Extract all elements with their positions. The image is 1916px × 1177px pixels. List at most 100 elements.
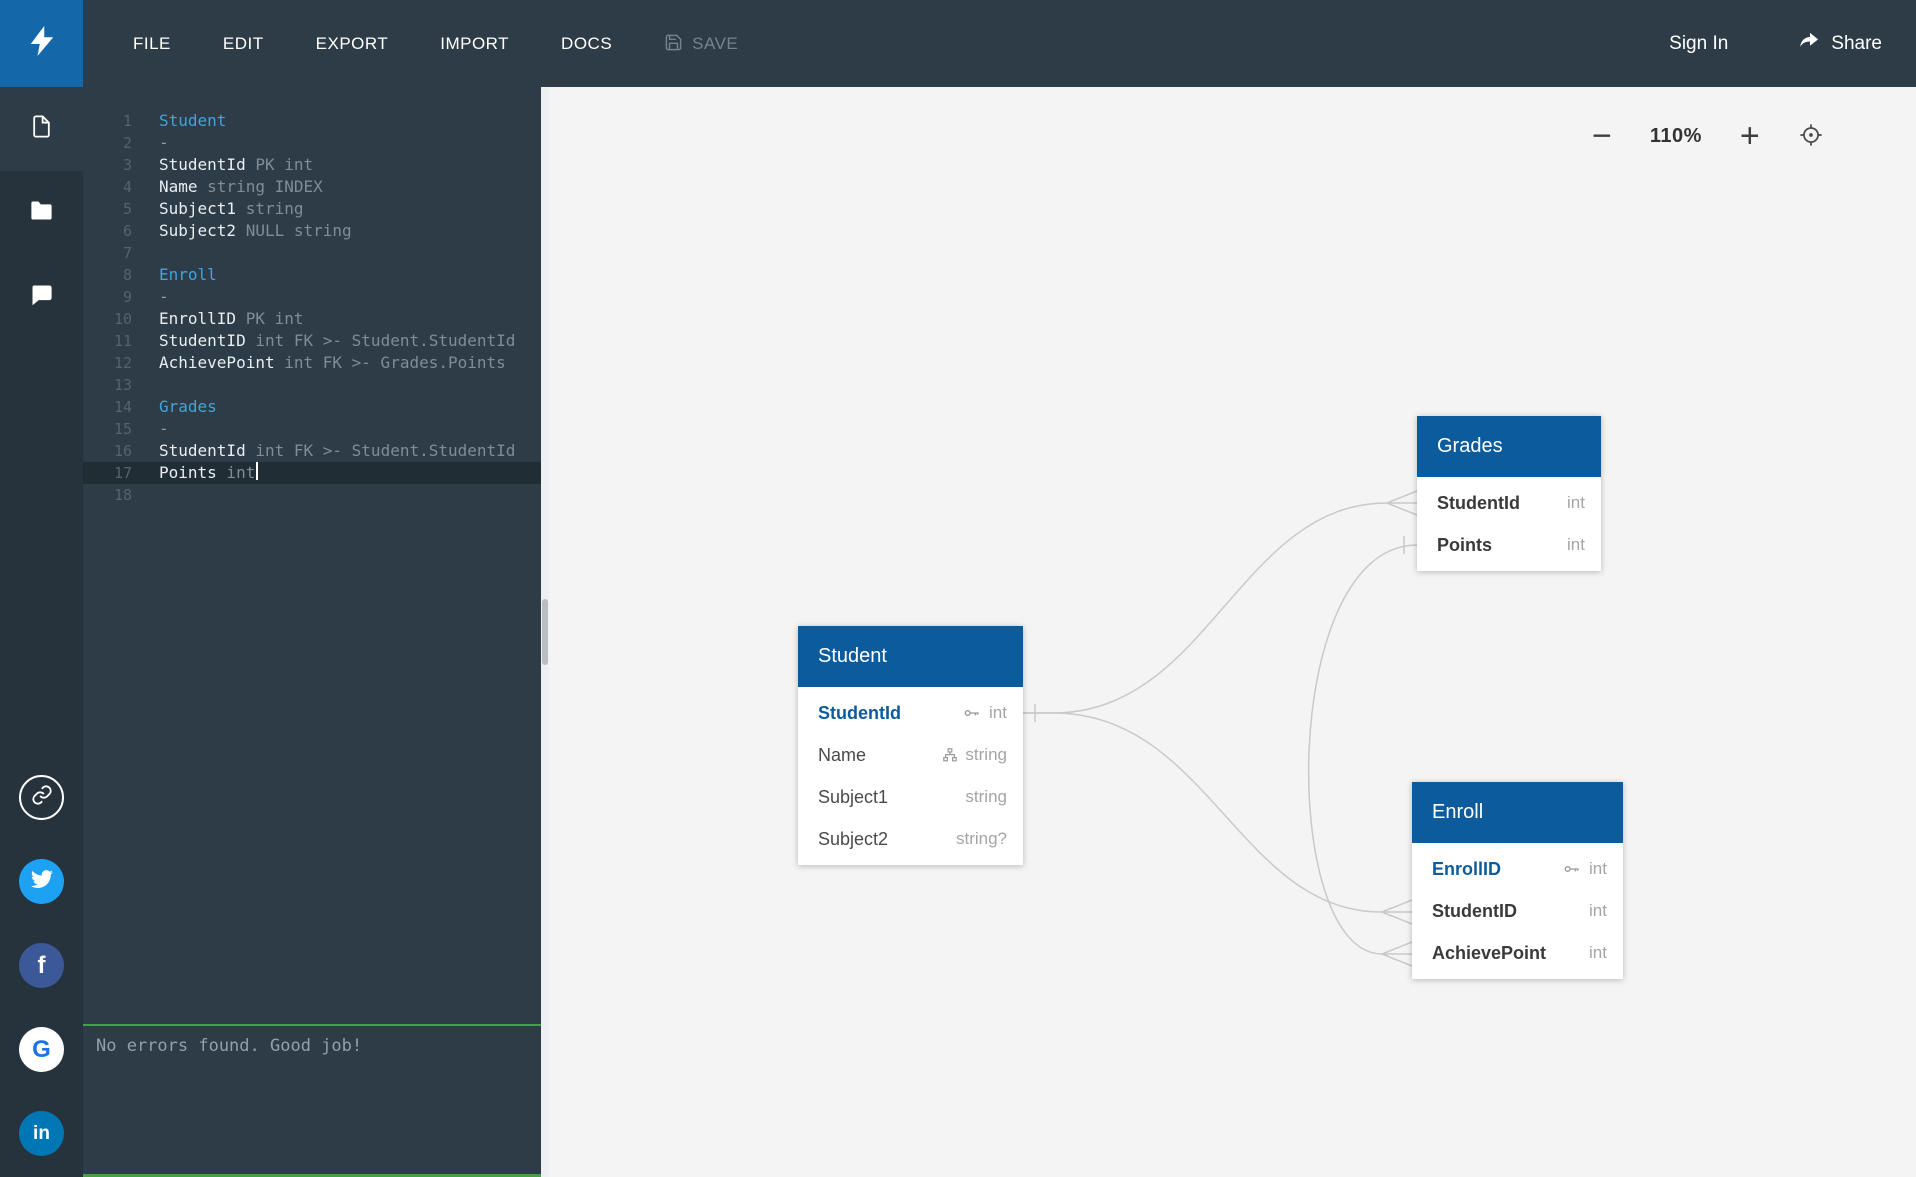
save-icon	[664, 33, 683, 55]
code-token: Grades	[159, 397, 217, 416]
facebook-button[interactable]: f	[19, 943, 64, 988]
code-token: Subject2	[159, 221, 237, 240]
code-token: EnrollID	[159, 309, 237, 328]
code-line[interactable]: 14 Grades	[83, 396, 541, 418]
line-number: 14	[113, 398, 132, 416]
status-message: No errors found. Good job!	[96, 1036, 363, 1056]
menu-file[interactable]: FILE	[133, 34, 171, 54]
editor-scrollbar[interactable]	[541, 87, 549, 1177]
code-token: StudentId	[159, 155, 246, 174]
entity-grades[interactable]: Grades StudentId int Points int	[1417, 416, 1601, 571]
entity-enroll[interactable]: Enroll EnrollID int StudentID int Achiev…	[1412, 782, 1623, 979]
many-marker	[1381, 899, 1413, 925]
code-line[interactable]: 10 EnrollID PK int	[83, 308, 541, 330]
code-token: StudentID	[159, 331, 246, 350]
code-line[interactable]: 16 StudentId int FK >- Student.StudentId	[83, 440, 541, 462]
sidebar-item-diagrams[interactable]	[0, 171, 83, 255]
text-cursor	[256, 462, 259, 480]
code-line[interactable]: 3 StudentId PK int	[83, 154, 541, 176]
schema-editor[interactable]: 1 Student 2- 3 StudentId PK int 4 Name stri…	[83, 87, 541, 1024]
primary-key-icon	[963, 704, 981, 722]
code-token: int FK >- Student.StudentId	[245, 331, 516, 350]
code-line[interactable]: 11 StudentID int FK >- Student.StudentId	[83, 330, 541, 352]
line-number: 9	[122, 288, 132, 306]
menu-edit[interactable]: EDIT	[223, 34, 264, 54]
app-logo[interactable]	[0, 0, 83, 87]
entity-student[interactable]: Student StudentId int Name string Subjec…	[798, 626, 1023, 865]
copy-link-button[interactable]	[19, 775, 64, 820]
menu-import[interactable]: IMPORT	[440, 34, 509, 54]
sign-in-button[interactable]: Sign In	[1669, 33, 1728, 55]
entity-field-row: StudentId int	[1417, 482, 1601, 524]
code-line[interactable]: 6 Subject2 NULL string	[83, 220, 541, 242]
diagram-canvas[interactable]: − 110% + Student StudentId int Name stri…	[549, 87, 1916, 1177]
field-type: int	[989, 703, 1007, 722]
code-token: Enroll	[159, 265, 217, 284]
zoom-controls: − 110% +	[1592, 119, 1824, 153]
code-line[interactable]: 4 Name string INDEX	[83, 176, 541, 198]
code-line[interactable]: 9-	[83, 286, 541, 308]
topbar-right: Sign In Share	[1669, 29, 1916, 58]
code-token: PK int	[236, 309, 304, 328]
sidebar-item-feedback[interactable]	[0, 255, 83, 339]
crosshair-icon	[1798, 122, 1824, 151]
save-button[interactable]: SAVE	[664, 33, 738, 55]
code-token: AchievePoint	[159, 353, 275, 372]
field-name: Subject2	[818, 828, 889, 849]
code-line[interactable]: 13	[83, 374, 541, 396]
scrollbar-handle[interactable]	[542, 599, 548, 665]
code-token: string	[236, 199, 304, 218]
code-line[interactable]: 18	[83, 484, 541, 506]
field-type: int	[1567, 493, 1585, 512]
google-icon: G	[32, 1035, 51, 1063]
field-name: Points	[1437, 534, 1493, 555]
entity-header[interactable]: Enroll	[1412, 782, 1623, 843]
icon-sidebar: f G in	[0, 87, 83, 1177]
code-line[interactable]: 7	[83, 242, 541, 264]
entity-header[interactable]: Student	[798, 626, 1023, 687]
many-marker	[1386, 490, 1418, 516]
folder-icon	[28, 197, 55, 229]
code-token: Subject1	[159, 199, 237, 218]
twitter-icon	[30, 868, 53, 895]
line-number: 18	[113, 486, 132, 504]
code-line[interactable]: 5 Subject1 string	[83, 198, 541, 220]
field-name: StudentId	[818, 702, 901, 723]
code-token: Name	[159, 177, 198, 196]
relationship-student-grades[interactable]	[1023, 502, 1388, 714]
field-name: Subject1	[818, 786, 889, 807]
line-number: 7	[122, 244, 132, 262]
code-token: -	[159, 419, 169, 438]
code-line[interactable]: 15 -	[83, 418, 541, 440]
zoom-in-button[interactable]: +	[1740, 119, 1760, 153]
entity-header[interactable]: Grades	[1417, 416, 1601, 477]
share-button[interactable]: Share	[1798, 29, 1882, 58]
line-number: 4	[122, 178, 132, 196]
menu-docs[interactable]: DOCS	[561, 34, 612, 54]
code-token: -	[159, 287, 169, 306]
main-menu: FILE EDIT EXPORT IMPORT DOCS SAVE	[83, 33, 738, 55]
field-name: Name	[818, 744, 867, 765]
code-line[interactable]: 17 Points int	[83, 462, 541, 484]
sidebar-item-schema[interactable]	[0, 87, 83, 171]
entity-body: StudentId int Name string Subject1 strin…	[798, 687, 1023, 865]
facebook-icon: f	[37, 951, 46, 979]
document-icon	[28, 113, 55, 145]
entity-field-row: StudentID int	[1412, 890, 1623, 932]
center-diagram-button[interactable]	[1798, 122, 1824, 151]
zoom-level: 110%	[1649, 124, 1702, 147]
line-number: 16	[113, 442, 132, 460]
code-line[interactable]: 1 Student	[83, 110, 541, 132]
code-line[interactable]: 2-	[83, 132, 541, 154]
code-line[interactable]: 12 AchievePoint int FK >- Grades.Points	[83, 352, 541, 374]
field-type: int	[1589, 901, 1607, 920]
primary-key-icon	[1563, 860, 1581, 878]
twitter-button[interactable]	[19, 859, 64, 904]
menu-export[interactable]: EXPORT	[316, 34, 389, 54]
google-button[interactable]: G	[19, 1027, 64, 1072]
relationship-grades-enroll[interactable]	[1307, 544, 1418, 955]
linkedin-button[interactable]: in	[19, 1111, 64, 1156]
zoom-out-button[interactable]: −	[1592, 119, 1612, 153]
code-line[interactable]: 8 Enroll	[83, 264, 541, 286]
relationship-student-enroll[interactable]	[1023, 712, 1383, 913]
